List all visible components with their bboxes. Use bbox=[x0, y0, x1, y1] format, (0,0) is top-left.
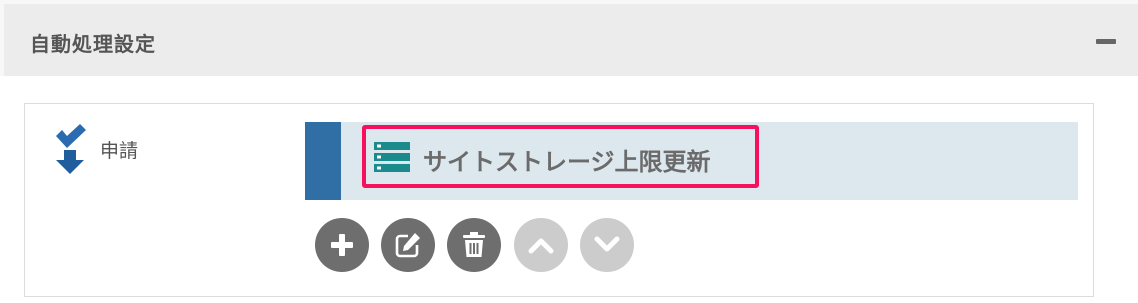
process-row: サイトストレージ上限更新 bbox=[305, 122, 1078, 200]
process-item[interactable]: サイトストレージ上限更新 bbox=[362, 125, 759, 188]
process-bar bbox=[305, 122, 341, 200]
delete-button[interactable] bbox=[447, 218, 501, 272]
process-label: サイトストレージ上限更新 bbox=[423, 148, 711, 176]
collapse-button[interactable] bbox=[1096, 39, 1116, 44]
trash-icon bbox=[463, 232, 485, 257]
plus-icon bbox=[331, 234, 353, 256]
move-down-button[interactable] bbox=[580, 218, 634, 272]
chevron-up-icon bbox=[528, 238, 554, 254]
add-button[interactable] bbox=[315, 218, 369, 272]
panel-header: 自動処理設定 bbox=[0, 0, 1138, 76]
edit-icon bbox=[395, 233, 420, 258]
check-down-arrow-icon bbox=[56, 124, 86, 174]
server-list-icon bbox=[374, 142, 410, 172]
chevron-down-icon bbox=[594, 236, 620, 252]
panel-title: 自動処理設定 bbox=[30, 32, 156, 56]
step-label: 申請 bbox=[100, 140, 139, 162]
move-up-button[interactable] bbox=[514, 218, 568, 272]
edit-button[interactable] bbox=[381, 218, 435, 272]
